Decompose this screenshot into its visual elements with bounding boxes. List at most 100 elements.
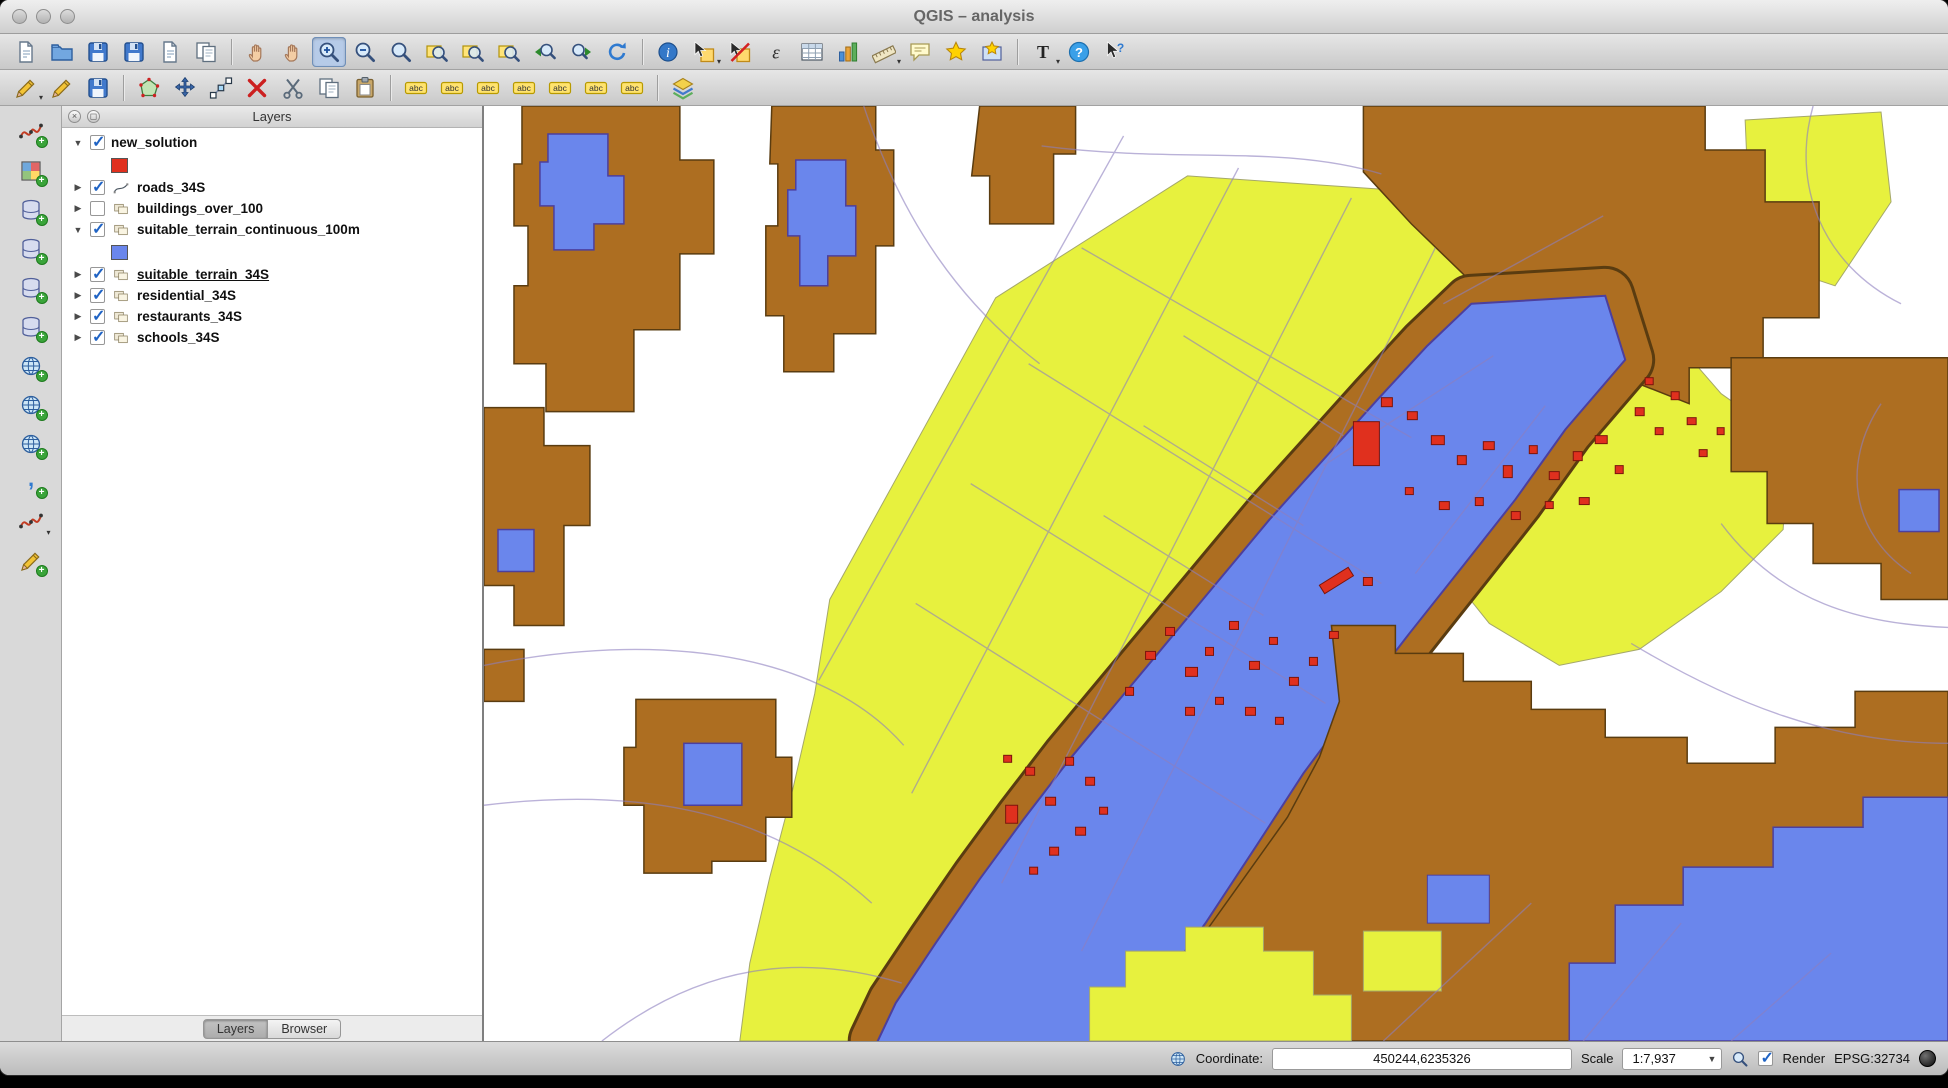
- layer-label[interactable]: schools_34S: [137, 330, 220, 345]
- symbology-swatch[interactable]: [111, 158, 128, 173]
- pan-map[interactable]: [240, 37, 274, 67]
- coordinate-field[interactable]: [1272, 1048, 1572, 1070]
- save-layer-edits[interactable]: [81, 73, 115, 103]
- layer-restaurants-34s[interactable]: ▶ restaurants_34S: [62, 306, 482, 327]
- minimize-window-button[interactable]: [36, 9, 51, 24]
- layer-roads-34s[interactable]: ▶ roads_34S: [62, 177, 482, 198]
- layer-row[interactable]: ▼ new_solution: [62, 132, 482, 153]
- save-project[interactable]: [81, 37, 115, 67]
- zoom-in[interactable]: [312, 37, 346, 67]
- layer-symbology-row[interactable]: [62, 240, 482, 264]
- layer-row[interactable]: ▶ residential_34S: [62, 285, 482, 306]
- new-print-composer[interactable]: [153, 37, 187, 67]
- crs-status-icon[interactable]: [1919, 1050, 1936, 1067]
- label-rotate[interactable]: [471, 73, 505, 103]
- layer-suitable-terrain-34s[interactable]: ▶ suitable_terrain_34S: [62, 264, 482, 285]
- layer-row[interactable]: ▶ buildings_over_100: [62, 198, 482, 219]
- layer-visibility-checkbox[interactable]: [90, 222, 105, 237]
- layer-row[interactable]: ▶ restaurants_34S: [62, 306, 482, 327]
- layer-label[interactable]: suitable_terrain_continuous_100m: [137, 222, 360, 237]
- dropdown-caret-icon[interactable]: ▾: [1056, 58, 1060, 66]
- select-features[interactable]: ▾: [687, 37, 721, 67]
- close-window-button[interactable]: [12, 9, 27, 24]
- dropdown-caret-icon[interactable]: ▾: [897, 58, 901, 66]
- expand-arrow-icon[interactable]: ▶: [72, 290, 84, 301]
- identify-features[interactable]: [651, 37, 685, 67]
- layer-row[interactable]: ▶ suitable_terrain_34S: [62, 264, 482, 285]
- copy-features[interactable]: [312, 73, 346, 103]
- add-mssql-layer[interactable]: [11, 272, 51, 304]
- expand-arrow-icon[interactable]: ▶: [72, 332, 84, 343]
- layer-visibility-checkbox[interactable]: [90, 180, 105, 195]
- zoom-actual-size[interactable]: [384, 37, 418, 67]
- layer-label[interactable]: roads_34S: [137, 180, 205, 195]
- add-raster-layer[interactable]: [11, 155, 51, 187]
- layer-new-solution[interactable]: ▼ new_solution: [62, 132, 482, 177]
- toggle-editing[interactable]: [45, 73, 79, 103]
- layer-visibility-checkbox[interactable]: [90, 330, 105, 345]
- expand-arrow-icon[interactable]: ▼: [72, 138, 84, 148]
- map-tips[interactable]: [903, 37, 937, 67]
- measure-line[interactable]: ▾: [867, 37, 901, 67]
- expand-arrow-icon[interactable]: ▼: [72, 225, 84, 235]
- add-wms-layer[interactable]: [11, 350, 51, 382]
- add-wfs-layer[interactable]: [11, 428, 51, 460]
- zoom-full-extent[interactable]: [420, 37, 454, 67]
- label-move[interactable]: [435, 73, 469, 103]
- show-bookmarks[interactable]: [975, 37, 1009, 67]
- delete-selected[interactable]: [240, 73, 274, 103]
- layer-label[interactable]: new_solution: [111, 135, 197, 150]
- coordinate-capture-icon[interactable]: [1169, 1050, 1187, 1068]
- zoom-last[interactable]: [528, 37, 562, 67]
- tab-browser[interactable]: Browser: [268, 1019, 341, 1039]
- zoom-window-button[interactable]: [60, 9, 75, 24]
- add-database-layer[interactable]: [11, 194, 51, 226]
- map-magnifier-icon[interactable]: [1731, 1050, 1749, 1068]
- new-bookmark[interactable]: [939, 37, 973, 67]
- dropdown-caret-icon[interactable]: ▾: [46, 529, 50, 537]
- add-wcs-layer[interactable]: [11, 389, 51, 421]
- label-change[interactable]: [615, 73, 649, 103]
- pan-to-selection[interactable]: [276, 37, 310, 67]
- open-project[interactable]: [45, 37, 79, 67]
- layers-panel-titlebar[interactable]: × ◻ Layers: [62, 106, 482, 128]
- add-oracle-layer[interactable]: [11, 311, 51, 343]
- composer-manager[interactable]: [189, 37, 223, 67]
- add-spatialite-layer[interactable]: [11, 233, 51, 265]
- layer-buildings-over-100[interactable]: ▶ buildings_over_100: [62, 198, 482, 219]
- layer-label[interactable]: suitable_terrain_34S: [137, 267, 269, 282]
- titlebar[interactable]: QGIS – analysis: [0, 0, 1948, 34]
- add-gpx-layer[interactable]: ▾: [11, 506, 51, 538]
- layer-visibility-checkbox[interactable]: [90, 135, 105, 150]
- layer-visibility-checkbox[interactable]: [90, 267, 105, 282]
- layer-suitable-terrain-continuous-100m[interactable]: ▼ suitable_terrain_continuous_100m: [62, 219, 482, 264]
- add-delimited-text-layer[interactable]: [11, 467, 51, 499]
- statistical-summary[interactable]: [831, 37, 865, 67]
- expand-arrow-icon[interactable]: ▶: [72, 311, 84, 322]
- layer-row[interactable]: ▶ roads_34S: [62, 177, 482, 198]
- expand-arrow-icon[interactable]: ▶: [72, 203, 84, 214]
- new-project[interactable]: [9, 37, 43, 67]
- label-properties[interactable]: [579, 73, 613, 103]
- processing-toolbox[interactable]: [666, 73, 700, 103]
- map-canvas[interactable]: [483, 106, 1948, 1041]
- refresh-map[interactable]: [600, 37, 634, 67]
- tab-layers[interactable]: Layers: [203, 1019, 269, 1039]
- expand-arrow-icon[interactable]: ▶: [72, 182, 84, 193]
- label-highlight[interactable]: [543, 73, 577, 103]
- layer-row[interactable]: ▶ schools_34S: [62, 327, 482, 348]
- layer-visibility-checkbox[interactable]: [90, 288, 105, 303]
- add-feature[interactable]: [132, 73, 166, 103]
- layer-label[interactable]: restaurants_34S: [137, 309, 242, 324]
- zoom-to-layer[interactable]: [492, 37, 526, 67]
- cut-features[interactable]: [276, 73, 310, 103]
- layer-row[interactable]: ▼ suitable_terrain_continuous_100m: [62, 219, 482, 240]
- text-annotation[interactable]: ▾: [1026, 37, 1060, 67]
- layer-label[interactable]: buildings_over_100: [137, 201, 263, 216]
- paste-features[interactable]: [348, 73, 382, 103]
- dropdown-caret-icon[interactable]: ▾: [39, 94, 43, 102]
- symbology-swatch[interactable]: [111, 245, 128, 260]
- zoom-to-selection[interactable]: [456, 37, 490, 67]
- new-shapefile-layer[interactable]: [11, 545, 51, 577]
- add-vector-layer[interactable]: [11, 116, 51, 148]
